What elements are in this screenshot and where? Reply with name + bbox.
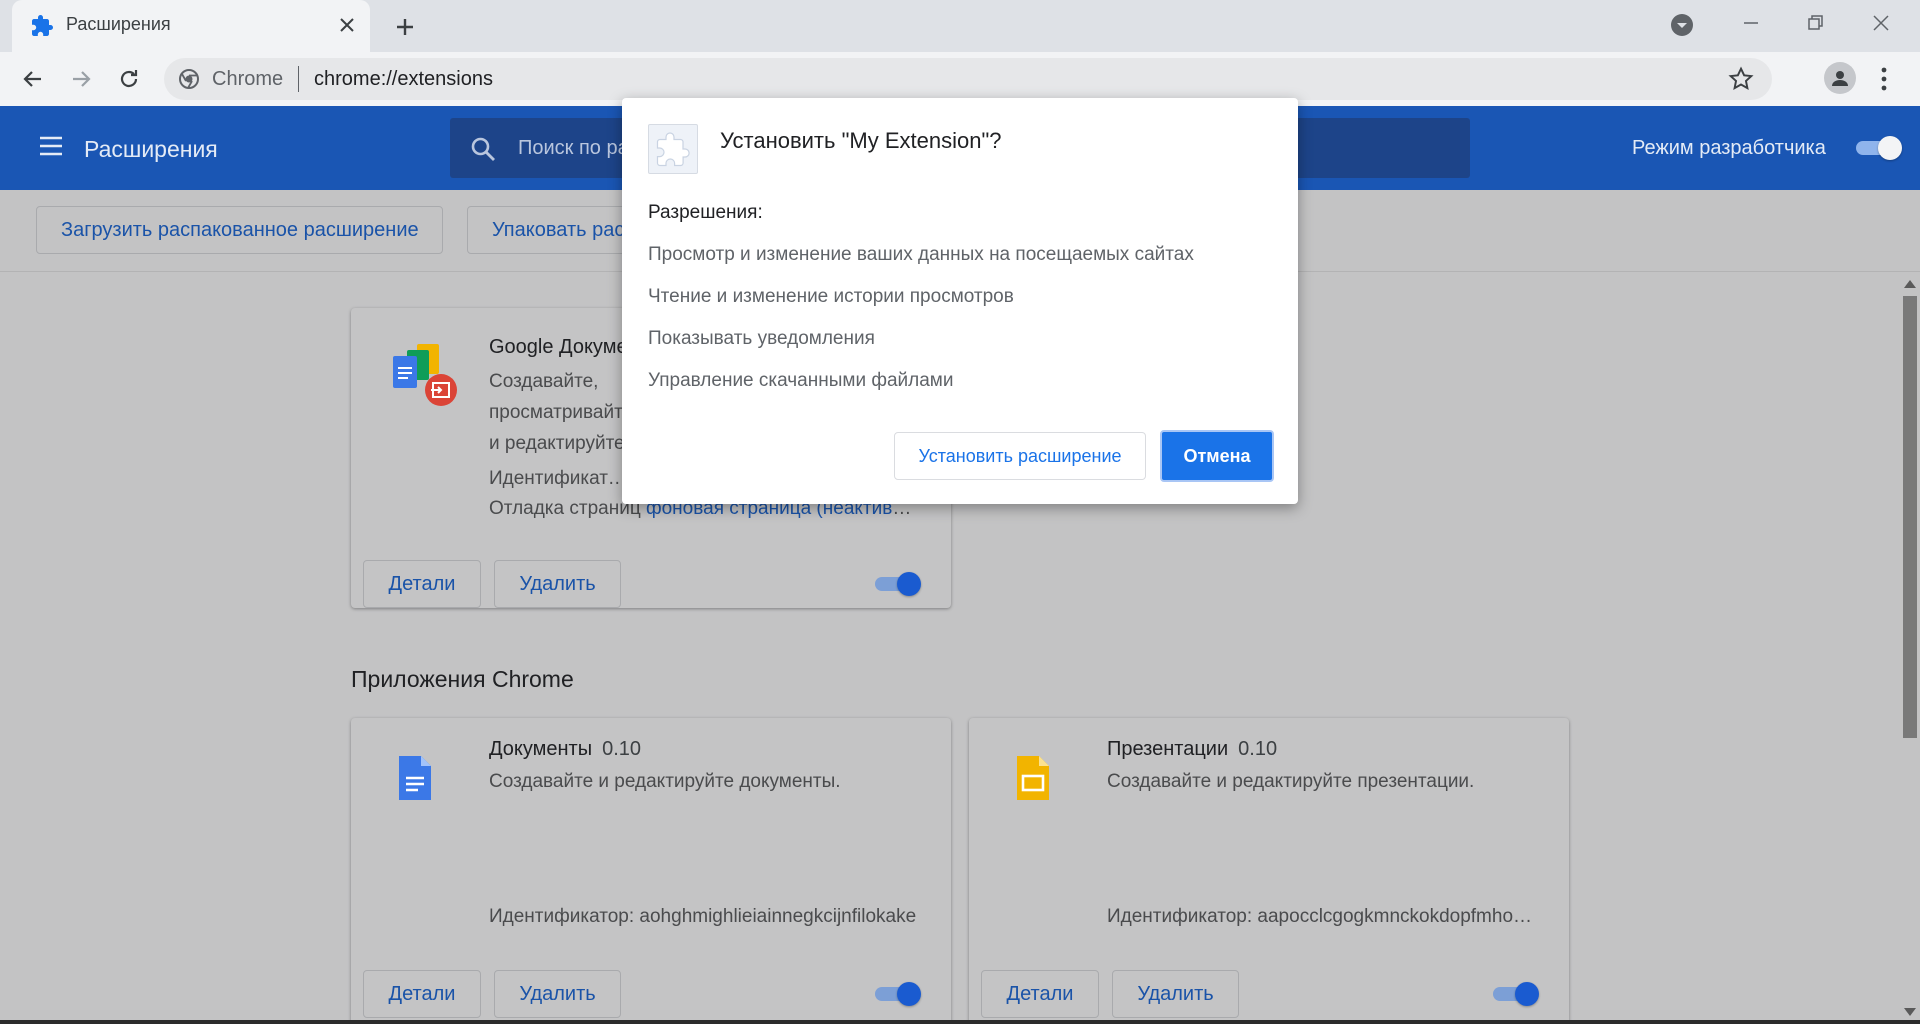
new-tab-button[interactable]: [390, 12, 420, 42]
tab-strip: Расширения: [0, 0, 1920, 52]
app-id: Идентификатор: aapocclcgogkmnckokdopfmho…: [1107, 906, 1539, 927]
search-icon: [471, 137, 495, 161]
permission-item: Чтение и изменение истории просмотров: [648, 286, 1014, 307]
load-unpacked-button[interactable]: Загрузить распакованное расширение: [36, 206, 443, 254]
minimize-icon[interactable]: [1736, 8, 1766, 38]
install-extension-dialog: Установить "My Extension"? Разрешения: П…: [622, 98, 1298, 504]
details-button[interactable]: Детали: [363, 970, 481, 1018]
taskbar-edge: [0, 1020, 1920, 1024]
permission-item: Управление скачанными файлами: [648, 370, 954, 391]
reload-button[interactable]: [114, 64, 144, 94]
cancel-button[interactable]: Отмена: [1160, 430, 1274, 482]
app-description: Создавайте и редактируйте документы.: [489, 771, 841, 792]
puzzle-icon: [32, 15, 53, 36]
app-version: 0.10: [602, 738, 642, 760]
back-button[interactable]: [18, 64, 48, 94]
toggle-knob: [897, 982, 921, 1006]
omnibox-site-chip: Chrome: [212, 68, 284, 90]
tab-search-icon[interactable]: [1670, 13, 1694, 37]
close-icon: [340, 18, 354, 32]
details-button[interactable]: Детали: [981, 970, 1099, 1018]
tab-extensions[interactable]: Расширения: [12, 0, 370, 52]
permission-item: Показывать уведомления: [648, 328, 875, 349]
extension-enable-toggle[interactable]: [875, 572, 921, 596]
scroll-down-arrow-icon[interactable]: [1904, 1008, 1916, 1016]
slides-icon: [1017, 756, 1049, 800]
chrome-icon: [179, 69, 199, 89]
remove-button[interactable]: Удалить: [494, 970, 621, 1018]
plus-icon: [397, 19, 413, 35]
reload-icon: [120, 70, 138, 88]
bookmark-star-icon[interactable]: [1728, 66, 1754, 92]
docs-offline-icon: [393, 344, 457, 406]
address-bar[interactable]: Chrome chrome://extensions: [164, 58, 1772, 100]
puzzle-icon: [656, 132, 690, 167]
extension-description: Создавайте, просматривайте и редактируйт…: [489, 371, 634, 454]
more-vert-icon[interactable]: [1872, 64, 1896, 94]
restore-icon[interactable]: [1800, 8, 1830, 38]
page-scrollbar[interactable]: [1900, 272, 1920, 1024]
permission-item: Просмотр и изменение ваших данных на пос…: [648, 244, 1194, 265]
profile-avatar[interactable]: [1824, 62, 1856, 94]
app-enable-toggle[interactable]: [1493, 982, 1539, 1006]
tab-close-button[interactable]: [334, 12, 360, 38]
developer-mode-toggle[interactable]: [1856, 136, 1902, 160]
dialog-title: Установить "My Extension"?: [720, 128, 1002, 153]
install-extension-button[interactable]: Установить расширение: [894, 432, 1146, 480]
menu-icon[interactable]: [38, 134, 64, 158]
extension-id: Идентификатор: ghbmnnjooekpmoecnnnilnnbd…: [489, 468, 629, 489]
details-button[interactable]: Детали: [363, 560, 481, 608]
app-card-docs: Документы 0.10 Создавайте и редактируйте …: [351, 718, 951, 1024]
extension-name: Google Документы офлайн: [489, 336, 629, 358]
docs-icon: [399, 756, 431, 800]
scrollbar-thumb[interactable]: [1903, 296, 1917, 738]
app-name: Документы 0.10: [489, 738, 642, 760]
app-enable-toggle[interactable]: [875, 982, 921, 1006]
app-id: Идентификатор: aohghmighlieiainnegkcijnf…: [489, 906, 917, 927]
app-version: 0.10: [1238, 738, 1278, 760]
app-card-slides: Презентации 0.10 Создавайте и редактируйт…: [969, 718, 1569, 1024]
remove-button[interactable]: Удалить: [1112, 970, 1239, 1018]
person-icon: [1832, 71, 1848, 86]
tab-title: Расширения: [66, 14, 171, 34]
permissions-heading: Разрешения:: [648, 202, 763, 223]
window-close-icon[interactable]: [1866, 8, 1896, 38]
remove-button[interactable]: Удалить: [494, 560, 621, 608]
toggle-knob: [1515, 982, 1539, 1006]
toggle-knob: [1878, 136, 1902, 160]
arrow-right-icon: [73, 71, 91, 87]
toggle-knob: [897, 572, 921, 596]
forward-button[interactable]: [66, 64, 96, 94]
developer-mode-label: Режим разработчика: [1632, 137, 1826, 159]
omnibox-url[interactable]: chrome://extensions: [314, 68, 493, 91]
arrow-left-icon: [23, 71, 41, 87]
app-name: Презентации 0.10: [1107, 738, 1278, 760]
page-title: Расширения: [84, 136, 218, 162]
omnibox-separator: [298, 66, 299, 92]
app-description: Создавайте и редактируйте презентации.: [1107, 771, 1475, 792]
scroll-up-arrow-icon[interactable]: [1904, 280, 1916, 288]
section-title: Приложения Chrome: [351, 666, 574, 692]
extension-puzzle-icon: [648, 124, 698, 174]
